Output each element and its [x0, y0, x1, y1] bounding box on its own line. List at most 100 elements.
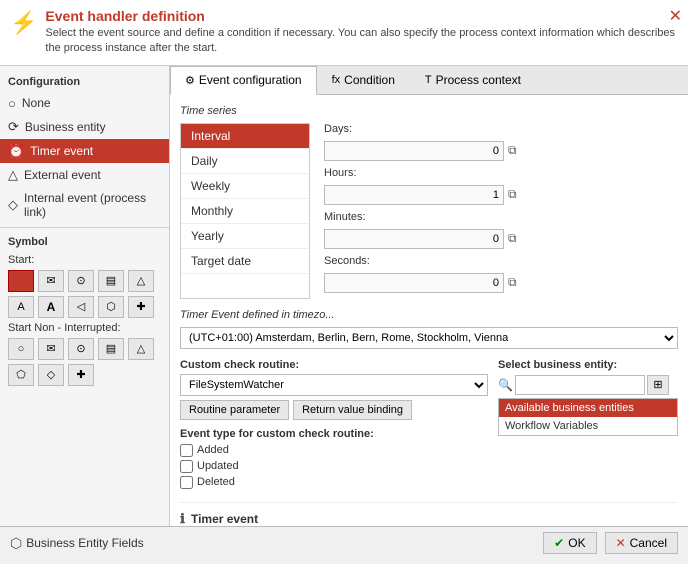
ts-item-yearly[interactable]: Yearly: [181, 224, 309, 249]
be-qr-button[interactable]: ⊞: [647, 375, 669, 395]
external-event-icon: △: [8, 167, 18, 183]
be-search-row: 🔍 ⊞: [498, 375, 678, 395]
start-icon-a1[interactable]: A: [8, 296, 34, 318]
seconds-input-row: ⧉: [324, 273, 678, 293]
two-col-section: Custom check routine: FileSystemWatcher …: [180, 359, 678, 492]
condition-icon: fx: [332, 74, 341, 86]
return-value-binding-button[interactable]: Return value binding: [293, 400, 412, 420]
tab-process-context-label: Process context: [436, 73, 521, 87]
footer-action-buttons: ✔ OK ✕ Cancel: [543, 532, 678, 554]
business-entity-fields-button[interactable]: ⬡ Business Entity Fields: [10, 535, 144, 552]
ni-icon-circle[interactable]: ○: [8, 338, 34, 360]
days-label: Days:: [324, 123, 389, 135]
timeseries-label: Time series: [180, 105, 678, 117]
days-row: Days:: [324, 123, 678, 135]
sidebar-item-timer-event[interactable]: ⏰ Timer event: [0, 139, 169, 163]
timezone-select[interactable]: (UTC+01:00) Amsterdam, Berlin, Bern, Rom…: [180, 327, 678, 349]
sidebar-item-external-event[interactable]: △ External event: [0, 163, 169, 187]
start-icon-grid: ✉ ⊙ ▤ △: [0, 268, 169, 294]
checkbox-updated-input[interactable]: [180, 460, 193, 473]
seconds-spin-icon[interactable]: ⧉: [508, 275, 517, 290]
be-list-item-workflow[interactable]: Workflow Variables: [499, 417, 677, 435]
sidebar-item-internal-event[interactable]: ◇ Internal event (process link): [0, 187, 169, 223]
routine-parameter-button[interactable]: Routine parameter: [180, 400, 289, 420]
start-icon-back[interactable]: ◁: [68, 296, 94, 318]
header-lightning-icon: ⚡: [10, 10, 37, 36]
sidebar-item-none-label: None: [22, 96, 51, 110]
tab-content-event-config: Time series Interval Daily Weekly Monthl…: [170, 95, 688, 526]
dialog-description: Select the event source and define a con…: [45, 26, 678, 57]
start-icon-doc[interactable]: ▤: [98, 270, 124, 292]
header-text-block: Event handler definition Select the even…: [45, 8, 678, 57]
cancel-icon: ✕: [616, 536, 626, 550]
dialog-title: Event handler definition: [45, 8, 678, 24]
process-context-icon: T: [425, 74, 432, 86]
start-icon-plus[interactable]: ✚: [128, 296, 154, 318]
close-button[interactable]: ✕: [669, 6, 682, 26]
info-title: Timer event: [191, 512, 258, 526]
tab-condition[interactable]: fx Condition: [317, 66, 410, 94]
info-icon: ℹ: [180, 511, 185, 526]
info-section: ℹ Timer event Timer events will trigger …: [180, 502, 678, 526]
sidebar-item-business-entity-label: Business entity: [25, 120, 106, 134]
cancel-label: Cancel: [630, 536, 667, 550]
be-list-item-available[interactable]: Available business entities: [499, 399, 677, 417]
ts-item-target-date[interactable]: Target date: [181, 249, 309, 274]
sidebar-item-business-entity[interactable]: ⟳ Business entity: [0, 115, 169, 139]
hours-input-row: ⧉: [324, 185, 678, 205]
timer-zone-label: Timer Event defined in timezo...: [180, 309, 678, 321]
minutes-input-row: ⧉: [324, 229, 678, 249]
tab-event-configuration[interactable]: ⚙ Event configuration: [170, 66, 317, 95]
ts-item-daily[interactable]: Daily: [181, 149, 309, 174]
start-icon-red[interactable]: [8, 270, 34, 292]
ni-icon-plus2[interactable]: ✚: [68, 364, 94, 386]
footer: ⬡ Business Entity Fields ✔ OK ✕ Cancel: [0, 526, 688, 560]
hours-input[interactable]: [324, 185, 504, 205]
checkbox-deleted-label: Deleted: [197, 476, 235, 488]
none-icon: ○: [8, 96, 16, 111]
ni-icon-triangle[interactable]: △: [128, 338, 154, 360]
start-icon-triangle[interactable]: △: [128, 270, 154, 292]
checkbox-added: Added: [180, 444, 488, 457]
hours-spin-icon[interactable]: ⧉: [508, 187, 517, 202]
ni-icon-diamond[interactable]: ◇: [38, 364, 64, 386]
ni-icon-doc[interactable]: ▤: [98, 338, 124, 360]
days-spin-icon[interactable]: ⧉: [508, 143, 517, 158]
non-interrupted-grid1: ○ ✉ ⊙ ▤ △: [0, 336, 169, 362]
cancel-button[interactable]: ✕ Cancel: [605, 532, 678, 554]
start-label: Start:: [0, 252, 169, 268]
ts-item-monthly[interactable]: Monthly: [181, 199, 309, 224]
start-icon-envelope[interactable]: ✉: [38, 270, 64, 292]
ok-icon: ✔: [554, 536, 564, 550]
sidebar-item-none[interactable]: ○ None: [0, 92, 169, 115]
checkbox-updated: Updated: [180, 460, 488, 473]
ni-icon-clock[interactable]: ⊙: [68, 338, 94, 360]
internal-event-icon: ◇: [8, 197, 18, 213]
seconds-input[interactable]: [324, 273, 504, 293]
event-config-icon: ⚙: [185, 74, 195, 87]
checkbox-deleted-input[interactable]: [180, 476, 193, 489]
start-icon-hexagon[interactable]: ⬡: [98, 296, 124, 318]
minutes-input[interactable]: [324, 229, 504, 249]
ni-icon-pentagon[interactable]: ⬠: [8, 364, 34, 386]
ts-item-weekly[interactable]: Weekly: [181, 174, 309, 199]
tab-process-context[interactable]: T Process context: [410, 66, 536, 94]
start-non-interrupted-label: Start Non - Interrupted:: [0, 320, 169, 336]
ts-item-interval[interactable]: Interval: [181, 124, 309, 149]
minutes-spin-icon[interactable]: ⧉: [508, 231, 517, 246]
be-list: Available business entities Workflow Var…: [498, 398, 678, 436]
checkbox-added-input[interactable]: [180, 444, 193, 457]
checkbox-added-label: Added: [197, 444, 229, 456]
ni-icon-envelope[interactable]: ✉: [38, 338, 64, 360]
search-icon: 🔍: [498, 378, 513, 392]
be-search-input[interactable]: [515, 375, 645, 395]
start-icon-clock[interactable]: ⊙: [68, 270, 94, 292]
custom-check-select[interactable]: FileSystemWatcher: [180, 374, 488, 396]
ok-label: OK: [568, 536, 585, 550]
ok-button[interactable]: ✔ OK: [543, 532, 596, 554]
sidebar-divider: [0, 227, 169, 228]
sidebar-section-label: Configuration: [0, 72, 169, 92]
custom-check-label: Custom check routine:: [180, 359, 488, 371]
start-icon-a2[interactable]: A: [38, 296, 64, 318]
days-input[interactable]: [324, 141, 504, 161]
